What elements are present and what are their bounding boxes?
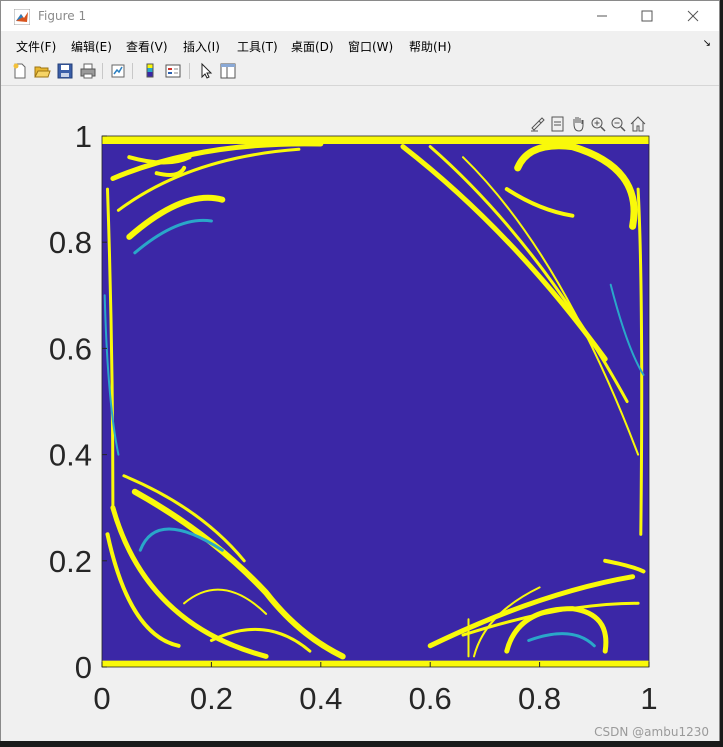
y-axis: 0 0.2 0.4 0.6 0.8 1 [49, 119, 107, 685]
x-axis: 0 0.2 0.4 0.6 0.8 1 [93, 662, 658, 716]
x-tick-label: 0.6 [409, 681, 452, 716]
watermark: CSDN @ambu1230 [594, 725, 709, 739]
y-tick-label: 0.8 [49, 225, 92, 260]
y-tick-label: 0.6 [49, 331, 92, 366]
y-tick-label: 0 [75, 650, 92, 685]
heatmap-region [102, 660, 649, 667]
brush-icon[interactable] [529, 115, 547, 133]
y-tick-label: 1 [75, 119, 92, 154]
x-tick-label: 1 [640, 681, 657, 716]
zoom-in-icon[interactable] [589, 115, 607, 133]
data-tips-icon[interactable] [549, 115, 567, 133]
x-tick-label: 0 [93, 681, 110, 716]
x-tick-label: 0.4 [299, 681, 342, 716]
home-icon[interactable] [629, 115, 647, 133]
x-tick-label: 0.2 [190, 681, 233, 716]
plot-canvas: 0 0.2 0.4 0.6 0.8 1 0 0.2 0.4 0.6 0.8 1 [49, 119, 658, 716]
y-tick-label: 0.2 [49, 544, 92, 579]
zoom-out-icon[interactable] [609, 115, 627, 133]
figure-window: Figure 1 ↘ 文件(F) 编辑(E) 查看(V) 插入(I) 工具(T) 桌面(D… [0, 0, 720, 741]
x-tick-label: 0.8 [518, 681, 561, 716]
y-tick-label: 0.4 [49, 438, 92, 473]
pan-icon[interactable] [569, 115, 587, 133]
